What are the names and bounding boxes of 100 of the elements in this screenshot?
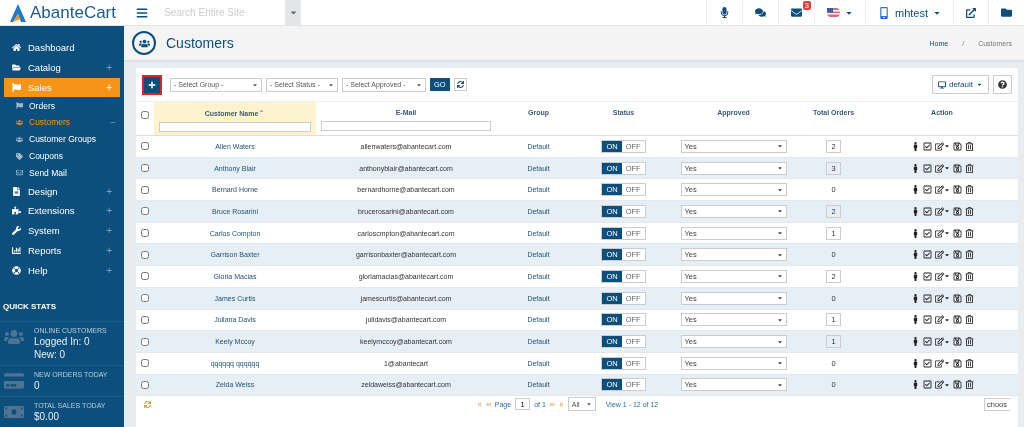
edit-icon[interactable] bbox=[934, 250, 950, 260]
edit-icon[interactable] bbox=[934, 228, 950, 238]
sidebar-item[interactable]: System + bbox=[4, 220, 120, 241]
trash-icon[interactable] bbox=[964, 271, 974, 281]
trash-icon[interactable] bbox=[964, 380, 974, 390]
edit-icon[interactable] bbox=[934, 185, 950, 195]
add-button[interactable] bbox=[142, 74, 162, 95]
caret-icon bbox=[776, 338, 783, 345]
save-icon[interactable] bbox=[952, 271, 962, 281]
caret-icon bbox=[776, 165, 783, 172]
flag-icon bbox=[827, 8, 840, 17]
save-icon[interactable] bbox=[952, 206, 962, 216]
sidebar-subitem[interactable]: Send Mail bbox=[0, 164, 124, 182]
tag-icon bbox=[16, 152, 23, 160]
trash-icon[interactable] bbox=[964, 141, 974, 151]
logo-icon bbox=[10, 3, 26, 22]
save-icon[interactable] bbox=[952, 185, 962, 195]
microphone-icon bbox=[719, 7, 730, 18]
folder-icon bbox=[12, 63, 21, 73]
trash-icon[interactable] bbox=[964, 358, 974, 368]
caret-icon bbox=[776, 316, 783, 323]
row-checkbox[interactable] bbox=[141, 337, 149, 346]
help-button[interactable] bbox=[993, 75, 1012, 94]
row-checkbox[interactable] bbox=[141, 272, 149, 281]
caret-icon bbox=[976, 81, 983, 88]
flag-icon bbox=[12, 82, 21, 92]
external-link-icon bbox=[966, 7, 976, 18]
edit-icon[interactable] bbox=[934, 358, 950, 368]
edit-icon[interactable] bbox=[934, 380, 950, 390]
trash-icon[interactable] bbox=[964, 206, 974, 216]
users-icon bbox=[16, 135, 23, 143]
column-filter-field[interactable] bbox=[321, 121, 491, 131]
lifebuoy-icon bbox=[12, 265, 21, 275]
trash-icon[interactable] bbox=[964, 163, 974, 173]
row-checkbox[interactable] bbox=[141, 185, 149, 194]
edit-icon[interactable] bbox=[934, 337, 950, 347]
save-icon[interactable] bbox=[952, 293, 962, 303]
puzzle-icon bbox=[12, 206, 21, 216]
trash-icon[interactable] bbox=[964, 185, 974, 195]
row-checkbox[interactable] bbox=[141, 380, 149, 389]
edit-icon[interactable] bbox=[934, 271, 950, 281]
sidebar-item[interactable]: Help + bbox=[4, 260, 120, 280]
sidebar-subitem[interactable]: Customer Groups bbox=[0, 130, 124, 148]
edit-icon[interactable] bbox=[934, 315, 950, 325]
sidebar-subitem[interactable]: Coupons bbox=[0, 147, 124, 165]
row-checkbox[interactable] bbox=[141, 164, 149, 173]
refresh-icon bbox=[456, 81, 464, 88]
trash-icon[interactable] bbox=[964, 228, 974, 238]
caret-icon bbox=[776, 273, 783, 280]
users-icon bbox=[132, 31, 156, 55]
row-checkbox[interactable] bbox=[141, 207, 149, 216]
trash-icon[interactable] bbox=[964, 337, 974, 347]
save-icon[interactable] bbox=[952, 380, 962, 390]
caret-icon bbox=[776, 208, 783, 215]
select-all-checkbox[interactable] bbox=[141, 111, 149, 119]
sidebar-item[interactable]: Extensions + bbox=[4, 201, 120, 221]
trash-icon[interactable] bbox=[964, 250, 974, 260]
save-icon[interactable] bbox=[952, 250, 962, 260]
row-checkbox[interactable] bbox=[141, 142, 149, 151]
sidebar-item[interactable]: Dashboard bbox=[4, 38, 120, 58]
caret-icon bbox=[288, 8, 298, 17]
edit-icon[interactable] bbox=[934, 206, 950, 216]
edit-icon[interactable] bbox=[934, 293, 950, 303]
row-checkbox[interactable] bbox=[141, 359, 149, 368]
caret-icon bbox=[776, 186, 783, 193]
row-checkbox[interactable] bbox=[141, 229, 149, 238]
edit-icon[interactable] bbox=[934, 163, 950, 173]
save-icon[interactable] bbox=[952, 315, 962, 325]
save-icon[interactable] bbox=[952, 228, 962, 238]
page-title: Customers bbox=[166, 35, 234, 51]
row-checkbox[interactable] bbox=[141, 315, 149, 324]
sidebar-subitem[interactable]: Customers − bbox=[0, 114, 124, 131]
sidebar-item[interactable]: Design + bbox=[4, 181, 120, 201]
stat-value: Logged In: 0 bbox=[34, 336, 91, 347]
menu-icon bbox=[136, 6, 148, 19]
save-icon[interactable] bbox=[952, 163, 962, 173]
trash-icon[interactable] bbox=[964, 315, 974, 325]
bar-chart-icon bbox=[12, 245, 21, 255]
save-icon[interactable] bbox=[952, 358, 962, 368]
trash-icon[interactable] bbox=[964, 293, 974, 303]
refresh-button[interactable] bbox=[453, 78, 467, 91]
save-icon[interactable] bbox=[952, 337, 962, 347]
caret-icon bbox=[776, 381, 783, 388]
column-filter-field[interactable] bbox=[158, 122, 312, 132]
users-icon bbox=[4, 327, 24, 347]
edit-icon[interactable] bbox=[934, 141, 950, 151]
view-select-button[interactable]: default bbox=[931, 75, 989, 94]
file-icon bbox=[12, 186, 21, 196]
save-icon[interactable] bbox=[952, 141, 962, 151]
chat-bubbles-icon bbox=[755, 7, 766, 18]
mail-button[interactable]: 3 bbox=[778, 0, 814, 25]
caret-icon bbox=[252, 81, 258, 88]
sidebar-item[interactable]: Reports + bbox=[4, 240, 120, 261]
phone-icon bbox=[878, 6, 890, 19]
wrench-icon bbox=[12, 226, 21, 236]
sidebar-item[interactable]: Catalog + bbox=[4, 57, 120, 78]
flag-icon bbox=[16, 102, 23, 110]
row-checkbox[interactable] bbox=[141, 294, 149, 303]
row-checkbox[interactable] bbox=[141, 250, 149, 259]
sidebar-subitem[interactable]: Orders bbox=[0, 97, 124, 115]
